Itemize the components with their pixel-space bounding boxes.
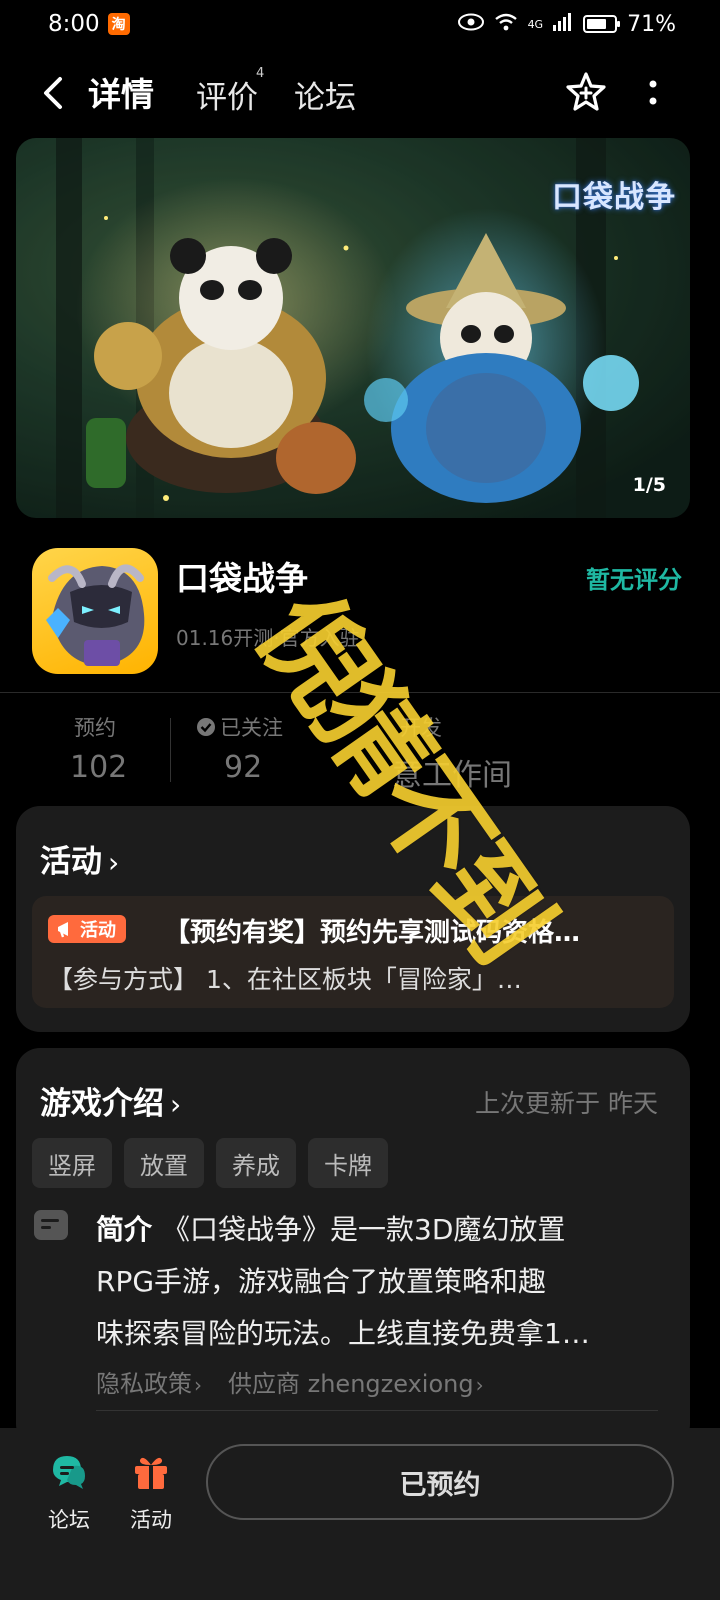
- summary-line-1: 《口袋战争》是一款3D魔幻放置: [162, 1213, 566, 1246]
- more-options-icon[interactable]: [646, 76, 660, 110]
- chat-bubble-icon: [53, 1456, 85, 1489]
- reserved-button[interactable]: 已预约: [206, 1444, 674, 1520]
- review-count-badge: 4: [256, 66, 265, 81]
- activity-card: 活动 › 活动 【预约有奖】预约先享测试码资格… 【参与方式】 1、在社区板块「冒…: [16, 806, 690, 1032]
- activity-item[interactable]: 活动 【预约有奖】预约先享测试码资格… 【参与方式】 1、在社区板块「冒险家」…: [32, 896, 674, 1008]
- bottom-action-bar: 论坛 活动 已预约: [0, 1428, 720, 1600]
- app-subtitle: 01.16开测·官方入驻: [176, 626, 360, 650]
- supplier-link[interactable]: 供应商 zhengzexiong ›: [228, 1364, 484, 1399]
- status-time: 8:00: [48, 11, 100, 37]
- tag-item[interactable]: 放置: [124, 1138, 204, 1188]
- tag-list: 竖屏 放置 养成 卡牌: [32, 1138, 388, 1188]
- favorite-star-icon[interactable]: [564, 70, 608, 114]
- back-icon[interactable]: [38, 75, 68, 111]
- app-icon: [32, 548, 158, 674]
- eye-icon: [457, 12, 484, 37]
- follow-count: 92: [224, 750, 263, 785]
- policy-links: 隐私政策 › 供应商 zhengzexiong ›: [96, 1364, 484, 1399]
- summary-label: 简介: [96, 1213, 153, 1246]
- chevron-right-icon: ›: [108, 846, 120, 879]
- top-navigation: 详情 评价 4 论坛: [0, 58, 720, 128]
- section-divider: [0, 692, 720, 693]
- supplier-text: 供应商 zhengzexiong: [228, 1370, 474, 1398]
- game-logo: 口袋战争: [552, 180, 676, 215]
- rating-status: 暂无评分: [586, 566, 682, 594]
- inner-divider: [96, 1410, 658, 1411]
- follow-label-group: 已关注: [196, 712, 283, 742]
- activity-title-text: 活动: [40, 844, 102, 880]
- summary-line-3: 味探索冒险的玩法。上线直接免费拿1…: [96, 1317, 590, 1350]
- chevron-right-icon: ›: [170, 1088, 182, 1121]
- developer-name[interactable]: 意工作间: [392, 750, 512, 794]
- megaphone-icon: [58, 922, 68, 938]
- intro-section-title[interactable]: 游戏介绍 ›: [40, 1078, 181, 1123]
- screenshot-carousel[interactable]: 口袋战争 1/5: [16, 138, 690, 518]
- privacy-policy-text: 隐私政策: [96, 1370, 192, 1398]
- activity-headline: 【预约有奖】预约先享测试码资格…: [164, 918, 581, 948]
- tab-reviews[interactable]: 评价: [196, 72, 258, 117]
- activity-detail: 【参与方式】 1、在社区板块「冒险家」…: [48, 965, 522, 994]
- forum-label: 论坛: [48, 1508, 90, 1532]
- last-updated: 上次更新于 昨天: [475, 1089, 658, 1118]
- network-type: 4G: [527, 17, 544, 31]
- summary-line-2: RPG手游，游戏融合了放置策略和趣: [96, 1265, 547, 1298]
- follow-label: 已关注: [220, 716, 283, 740]
- game-intro-card: 游戏介绍 › 上次更新于 昨天 竖屏 放置 养成 卡牌 简介 《口袋战争》是一款3D…: [16, 1048, 690, 1448]
- tab-forum[interactable]: 论坛: [294, 72, 356, 117]
- summary-icon: [34, 1210, 68, 1240]
- taobao-notification-icon: 淘: [107, 13, 130, 35]
- intro-summary[interactable]: 简介 《口袋战争》是一款3D魔幻放置 RPG手游，游戏融合了放置策略和趣 味探索冒…: [96, 1204, 656, 1360]
- carousel-page-indicator: 1/5: [632, 474, 666, 496]
- reserve-count: 102: [70, 750, 128, 785]
- activity-badge: 活动: [48, 915, 126, 943]
- activity-label: 活动: [130, 1508, 172, 1532]
- tag-item[interactable]: 竖屏: [32, 1138, 112, 1188]
- forum-button[interactable]: 论坛: [34, 1452, 104, 1534]
- wifi-icon: [494, 12, 518, 37]
- activity-section-title[interactable]: 活动 ›: [40, 836, 119, 881]
- stat-separator: [170, 718, 171, 782]
- tag-item[interactable]: 卡牌: [308, 1138, 388, 1188]
- battery-percent: 71%: [627, 11, 676, 37]
- heart-check-icon: [197, 718, 215, 736]
- status-bar: 8:00 淘 4G 71%: [0, 0, 720, 48]
- gift-icon: [135, 1457, 167, 1489]
- chevron-right-icon: ›: [475, 1373, 484, 1397]
- app-title: 口袋战争: [176, 559, 308, 598]
- stats-row: 预约 102 已关注 92 开发 意工作间: [0, 712, 720, 794]
- developer-label: 开发: [400, 716, 442, 740]
- chevron-right-icon: ›: [194, 1373, 202, 1397]
- signal-icon: [553, 12, 573, 37]
- tag-item[interactable]: 养成: [216, 1138, 296, 1188]
- activity-badge-label: 活动: [80, 920, 116, 941]
- tab-details[interactable]: 详情: [88, 68, 154, 116]
- intro-title-text: 游戏介绍: [40, 1086, 164, 1122]
- battery-icon: [583, 15, 621, 33]
- reserve-label: 预约: [74, 716, 116, 740]
- privacy-policy-link[interactable]: 隐私政策 ›: [96, 1364, 202, 1399]
- activity-button[interactable]: 活动: [116, 1452, 186, 1534]
